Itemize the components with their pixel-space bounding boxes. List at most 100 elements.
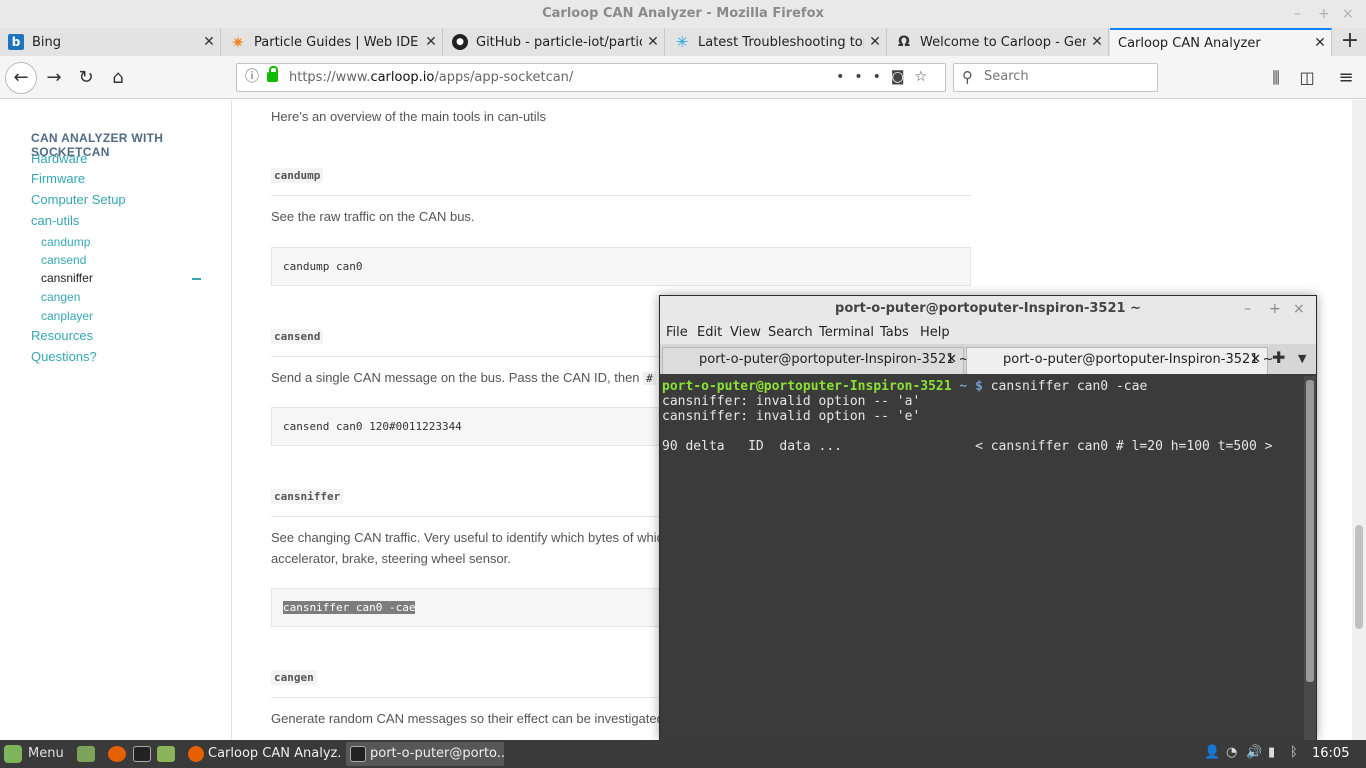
url-domain: carloop.io [370, 70, 435, 85]
clock[interactable]: 16:05 [1312, 740, 1349, 768]
pocket-icon[interactable]: ◙ [891, 69, 915, 85]
search-bar[interactable]: ⚲ [953, 63, 1158, 92]
show-desktop-icon[interactable] [77, 746, 95, 762]
sidebar-item-hardware[interactable]: Hardware [31, 151, 87, 166]
terminal-scrollbar[interactable] [1304, 376, 1316, 740]
sidebar-item-candump[interactable]: candump [41, 235, 90, 249]
hamburger-menu-icon[interactable]: ≡ [1332, 64, 1360, 92]
tab-particle-guides[interactable]: ✷ Particle Guides | Web IDE (Bu ✕ [222, 28, 443, 56]
bookmark-star-icon[interactable]: ☆ [914, 69, 937, 85]
tab-label: Latest Troubleshooting topics [698, 34, 864, 50]
firefox-launcher-icon[interactable] [108, 746, 126, 762]
github-icon: ● [452, 34, 468, 50]
tab-list-dropdown-icon[interactable]: ▼ [1298, 352, 1306, 365]
carloop-icon: Ω [898, 34, 910, 50]
scrollbar-thumb[interactable] [1355, 525, 1363, 629]
sidebar-item-canplayer[interactable]: canplayer [41, 309, 93, 323]
close-window-button[interactable]: × [1342, 0, 1354, 28]
tab-github[interactable]: ● GitHub - particle-iot/particle-c ✕ [444, 28, 665, 56]
tab-carloop-can-analyzer[interactable]: Carloop CAN Analyzer ✕ [1110, 28, 1332, 56]
close-tab-icon[interactable]: ✕ [420, 34, 442, 50]
sidebar-item-questions[interactable]: Questions? [31, 349, 97, 364]
cansniffer-description-line1: See changing CAN traffic. Very useful to… [271, 530, 664, 545]
page-actions: •••◙☆ [836, 64, 937, 91]
terminal-tab-label: port-o-puter@portoputer-Inspiron-3521 ~ [699, 352, 970, 367]
back-button[interactable]: ← [5, 62, 37, 94]
selected-code-text[interactable]: cansniffer can0 -cae [283, 601, 416, 614]
candump-code-block[interactable]: candump can0 [271, 247, 971, 286]
candump-description: See the raw traffic on the CAN bus. [271, 209, 475, 224]
menu-terminal[interactable]: Terminal [819, 325, 874, 340]
close-tab-icon[interactable]: ✕ [1309, 35, 1331, 51]
sidebar-item-cansend[interactable]: cansend [41, 253, 86, 267]
start-menu-button[interactable]: Menu [4, 740, 64, 768]
new-terminal-tab-icon[interactable]: ✚ [1272, 348, 1285, 367]
particle-icon: ✷ [231, 32, 245, 52]
library-icon[interactable]: ⫼ [1262, 64, 1290, 92]
code-text: cansend can0 120#0011223344 [283, 420, 462, 433]
sidebar-item-cansniffer[interactable]: cansniffer [41, 271, 93, 285]
sidebar-item-firmware[interactable]: Firmware [31, 171, 85, 186]
terminal-minimize-button[interactable]: – [1244, 296, 1251, 322]
terminal-tab-2[interactable]: port-o-puter@portoputer-Inspiron-3521 ~ … [966, 347, 1274, 374]
task-terminal[interactable]: port-o-puter@porto... [346, 742, 504, 766]
bluetooth-icon[interactable]: ᛒ [1290, 745, 1298, 760]
terminal-maximize-button[interactable]: + [1269, 296, 1281, 322]
task-label: Carloop CAN Analyz... [208, 746, 340, 761]
page-scrollbar[interactable] [1352, 100, 1366, 740]
terminal-launcher-icon[interactable] [133, 746, 151, 762]
maximize-button[interactable]: + [1318, 0, 1330, 28]
network-icon[interactable]: ◔ [1226, 745, 1237, 760]
task-firefox[interactable]: Carloop CAN Analyz... [184, 742, 340, 766]
inline-code: # [643, 372, 656, 385]
menu-view[interactable]: View [730, 325, 761, 340]
search-input[interactable] [984, 69, 1144, 84]
terminal-output[interactable]: port-o-puter@portoputer-Inspiron-3521 ~ … [660, 376, 1304, 740]
terminal-close-button[interactable]: × [1293, 296, 1305, 322]
volume-icon[interactable]: 🔊 [1246, 745, 1262, 760]
close-tab-icon[interactable]: ✕ [1086, 34, 1108, 50]
close-tab-icon[interactable]: ✕ [946, 348, 957, 372]
output-line: cansniffer: invalid option -- 'e' [662, 409, 921, 424]
close-tab-icon[interactable]: ✕ [864, 34, 886, 50]
tab-troubleshooting[interactable]: ✳ Latest Troubleshooting topics ✕ [666, 28, 887, 56]
terminal-titlebar: port-o-puter@portoputer-Inspiron-3521 ~ [660, 296, 1316, 322]
minimize-button[interactable]: – [1294, 0, 1301, 28]
info-icon[interactable]: ⓘ [245, 64, 259, 91]
prompt-path: ~ $ [959, 379, 983, 394]
scrollbar-thumb[interactable] [1306, 380, 1314, 682]
terminal-window: port-o-puter@portoputer-Inspiron-3521 ~ … [659, 295, 1317, 740]
menu-search[interactable]: Search [768, 325, 813, 340]
sidebar-item-computer-setup[interactable]: Computer Setup [31, 192, 126, 207]
reload-button[interactable]: ↻ [72, 64, 100, 92]
forward-button[interactable]: → [40, 64, 68, 92]
tab-welcome-carloop[interactable]: Ω Welcome to Carloop - Genera ✕ [888, 28, 1109, 56]
sidebar-item-can-utils[interactable]: can-utils [31, 213, 79, 228]
menu-help[interactable]: Help [920, 325, 950, 340]
menu-tabs[interactable]: Tabs [880, 325, 909, 340]
menu-edit[interactable]: Edit [697, 325, 722, 340]
intro-text: Here’s an overview of the main tools in … [271, 109, 547, 124]
sidebar-item-resources[interactable]: Resources [31, 328, 93, 343]
sidebar-item-cangen[interactable]: cangen [41, 290, 80, 304]
terminal-icon [350, 746, 366, 762]
close-tab-icon[interactable]: ✕ [642, 34, 664, 50]
divider [271, 195, 971, 196]
sidebar-toggle-icon[interactable]: ◫ [1293, 64, 1321, 92]
close-tab-icon[interactable]: ✕ [198, 34, 220, 50]
clipboard-icon[interactable]: ▮ [1268, 745, 1275, 760]
close-tab-icon[interactable]: ✕ [1250, 348, 1261, 372]
code-text: candump can0 [283, 260, 363, 273]
user-icon[interactable]: 👤 [1204, 745, 1220, 760]
terminal-tab-label: port-o-puter@portoputer-Inspiron-3521 ~ [1003, 352, 1274, 367]
terminal-tab-1[interactable]: port-o-puter@portoputer-Inspiron-3521 ~ … [662, 347, 970, 374]
new-tab-button[interactable]: + [1336, 28, 1364, 56]
tab-bing[interactable]: b Bing ✕ [0, 28, 221, 56]
page-actions-icon[interactable]: ••• [836, 69, 891, 85]
files-launcher-icon[interactable] [157, 746, 175, 762]
url-bar[interactable]: ⓘ https://www.carloop.io/apps/app-socket… [236, 63, 946, 92]
home-button[interactable]: ⌂ [104, 64, 132, 92]
menu-file[interactable]: File [666, 325, 688, 340]
firefox-icon [188, 746, 204, 762]
tab-label: Carloop CAN Analyzer [1118, 35, 1261, 51]
